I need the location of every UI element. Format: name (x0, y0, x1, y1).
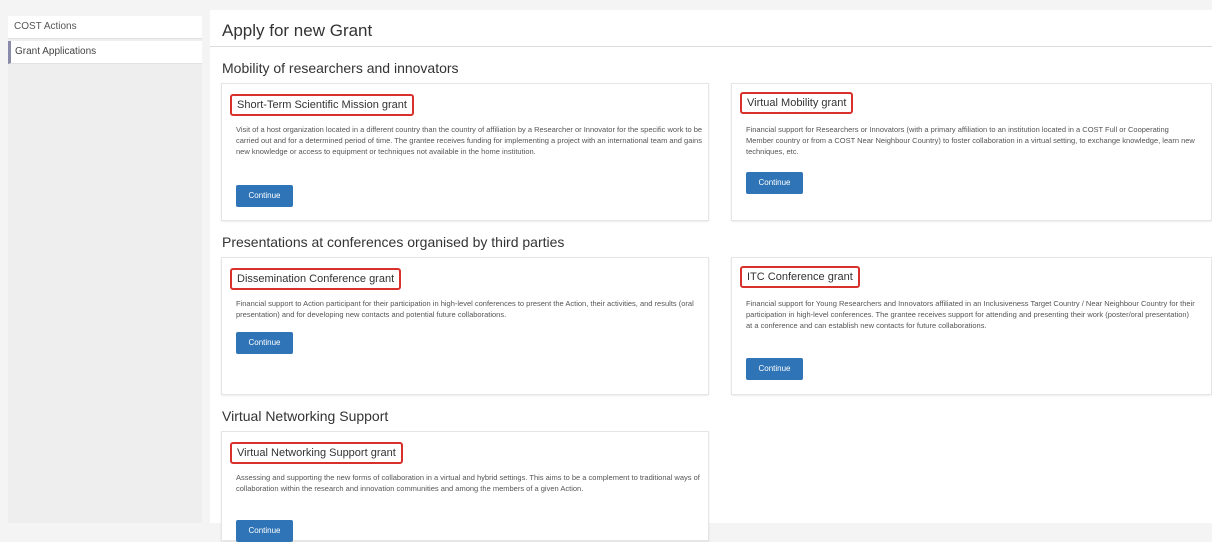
card-description: Assessing and supporting the new forms o… (236, 473, 700, 493)
continue-button-virtual-mobility[interactable]: Continue (746, 172, 803, 194)
grant-card-dissemination-conference: Dissemination Conference grant Financial… (221, 257, 709, 395)
grant-card-virtual-networking: Virtual Networking Support grant Assessi… (221, 431, 709, 542)
continue-button-itc[interactable]: Continue (746, 358, 803, 380)
card-title: Dissemination Conference grant (230, 268, 402, 290)
sidebar-item-cost-actions[interactable]: COST Actions (8, 16, 202, 39)
section-title-virtual-networking: Virtual Networking Support (222, 408, 389, 424)
continue-button-stsm[interactable]: Continue (236, 185, 293, 207)
continue-button-virtual-networking[interactable]: Continue (236, 520, 293, 542)
grant-card-stsm: Short-Term Scientific Mission grant Visi… (221, 83, 709, 221)
card-description: Visit of a host organization located in … (236, 125, 703, 156)
sidebar-item-grant-applications[interactable]: Grant Applications (8, 41, 202, 64)
card-description: Financial support for Researchers or Inn… (746, 125, 1195, 156)
page-header: Apply for new Grant (210, 10, 1212, 47)
section-title-presentations: Presentations at conferences organised b… (222, 234, 565, 250)
sidebar: COST Actions Grant Applications (8, 16, 202, 523)
grant-card-itc-conference: ITC Conference grant Financial support f… (731, 257, 1212, 395)
card-description: Financial support for Young Researchers … (746, 299, 1195, 330)
card-title: ITC Conference grant (740, 266, 860, 288)
section-title-mobility: Mobility of researchers and innovators (222, 60, 459, 76)
card-title: Short-Term Scientific Mission grant (230, 94, 414, 116)
continue-button-dissemination[interactable]: Continue (236, 332, 293, 354)
main-content: Apply for new Grant Mobility of research… (210, 10, 1212, 542)
card-description: Financial support to Action participant … (236, 299, 694, 319)
card-title: Virtual Mobility grant (740, 92, 854, 114)
grant-card-virtual-mobility: Virtual Mobility grant Financial support… (731, 83, 1212, 221)
page-title: Apply for new Grant (222, 21, 373, 40)
card-title: Virtual Networking Support grant (230, 442, 403, 464)
